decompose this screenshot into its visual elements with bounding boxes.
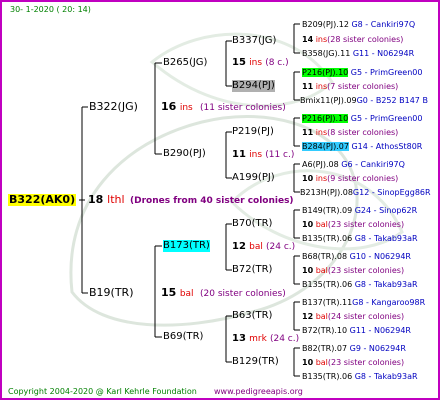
gen3-node-8: B129(TR): [232, 356, 279, 367]
footer-site-link[interactable]: www.pedigreeapis.org: [214, 386, 303, 398]
root-note: (Drones from 40 sister colonies): [130, 196, 294, 206]
gen1-index-2: 15 bal: [161, 286, 194, 300]
header-date: 30- 1-2020 ( 20: 14): [10, 5, 91, 14]
gen4-row-22: B82(TR).07 G9 - N06294R: [302, 344, 406, 353]
gen4-row-3: B358(JG).11 G11 - N06294R: [302, 49, 415, 58]
gen4-row-11: 10 ins(9 sister colonies): [302, 174, 399, 183]
gen3-node-1: B337(JG): [232, 35, 277, 46]
gen1-note-1: (11 sister colonies): [200, 103, 286, 113]
gen1-node-1: B322(JG): [89, 100, 138, 113]
gen4-row-20: 12 bal(24 sister colonies): [302, 312, 405, 321]
gen3-node-4: A199(PJ): [232, 172, 275, 183]
gen4-row-6: Bmix11(PJ).09G0 - B252 B147 B: [300, 96, 428, 105]
gen4-row-14: 10 bal(23 sister colonies): [302, 220, 405, 229]
gen3-index-5: 12 bal (24 c.): [232, 241, 296, 252]
gen4-row-9: B284(PJ).07 G14 - AthosSt80R: [302, 142, 423, 151]
gen4-row-1: B209(PJ).12 G8 - Cankiri97Q: [302, 20, 416, 29]
gen3-node-5: B70(TR): [232, 218, 273, 229]
gen1-node-2: B19(TR): [89, 286, 134, 299]
gen3-node-6: B72(TR): [232, 264, 273, 275]
gen3-index-1: 15 ins (8 c.): [232, 57, 289, 68]
gen4-row-10: A6(PJ).08 G6 - Cankiri97Q: [302, 160, 405, 169]
pedigree-frame: 30- 1-2020 ( 20: 14) B322(AK0) 18 lthl (…: [0, 0, 440, 400]
gen2-node-1: B265(JG): [163, 57, 208, 68]
gen3-index-3: 11 ins (11 c.): [232, 149, 295, 160]
gen1-index-1: 16 ins: [161, 100, 193, 114]
gen4-row-21: B72(TR).10 G11 - N06294R: [302, 326, 411, 335]
gen4-row-23: 10 bal(23 sister colonies): [302, 358, 405, 367]
gen4-row-17: 10 bal(23 sister colonies): [302, 266, 405, 275]
gen2-node-3: B173(TR): [163, 240, 210, 252]
gen3-node-7: B63(TR): [232, 310, 273, 321]
gen3-node-2: B294(PJ): [232, 80, 275, 92]
gen4-row-18: B135(TR).06 G8 - Takab93aR: [302, 280, 418, 289]
gen4-row-2: 14 ins(28 sister colonies): [302, 35, 404, 44]
gen3-node-3: P219(PJ): [232, 126, 274, 137]
gen2-node-4: B69(TR): [163, 331, 204, 342]
gen4-row-8: 11 ins(8 sister colonies): [302, 128, 399, 137]
gen3-index-7: 13 mrk (24 c.): [232, 333, 300, 344]
gen4-row-5: 11 ins(7 sister colonies): [302, 82, 399, 91]
gen2-node-2: B290(PJ): [163, 148, 206, 159]
gen4-row-12: B213H(PJ).08G12 - SinopEgg86R: [300, 188, 431, 197]
gen1-note-2: (20 sister colonies): [200, 289, 286, 299]
root-index: 18 lthl: [88, 193, 125, 206]
root-node: B322(AK0): [8, 193, 77, 206]
gen4-row-16: B68(TR).08 G10 - N06294R: [302, 252, 411, 261]
gen4-row-15: B135(TR).06 G8 - Takab93aR: [302, 234, 418, 243]
gen4-row-19: B137(TR).11G8 - Kangaroo98R: [302, 298, 426, 307]
gen4-row-13: B149(TR).09 G24 - Sinop62R: [302, 206, 418, 215]
gen4-row-7: P216(PJ).10 G5 - PrimGreen00: [302, 114, 423, 123]
gen4-row-4: P216(PJ).10 G5 - PrimGreen00: [302, 68, 423, 77]
gen4-row-24: B135(TR).06 G8 - Takab93aR: [302, 372, 418, 381]
footer-copyright: Copyright 2004-2020 @ Karl Kehrle Founda…: [8, 387, 197, 396]
